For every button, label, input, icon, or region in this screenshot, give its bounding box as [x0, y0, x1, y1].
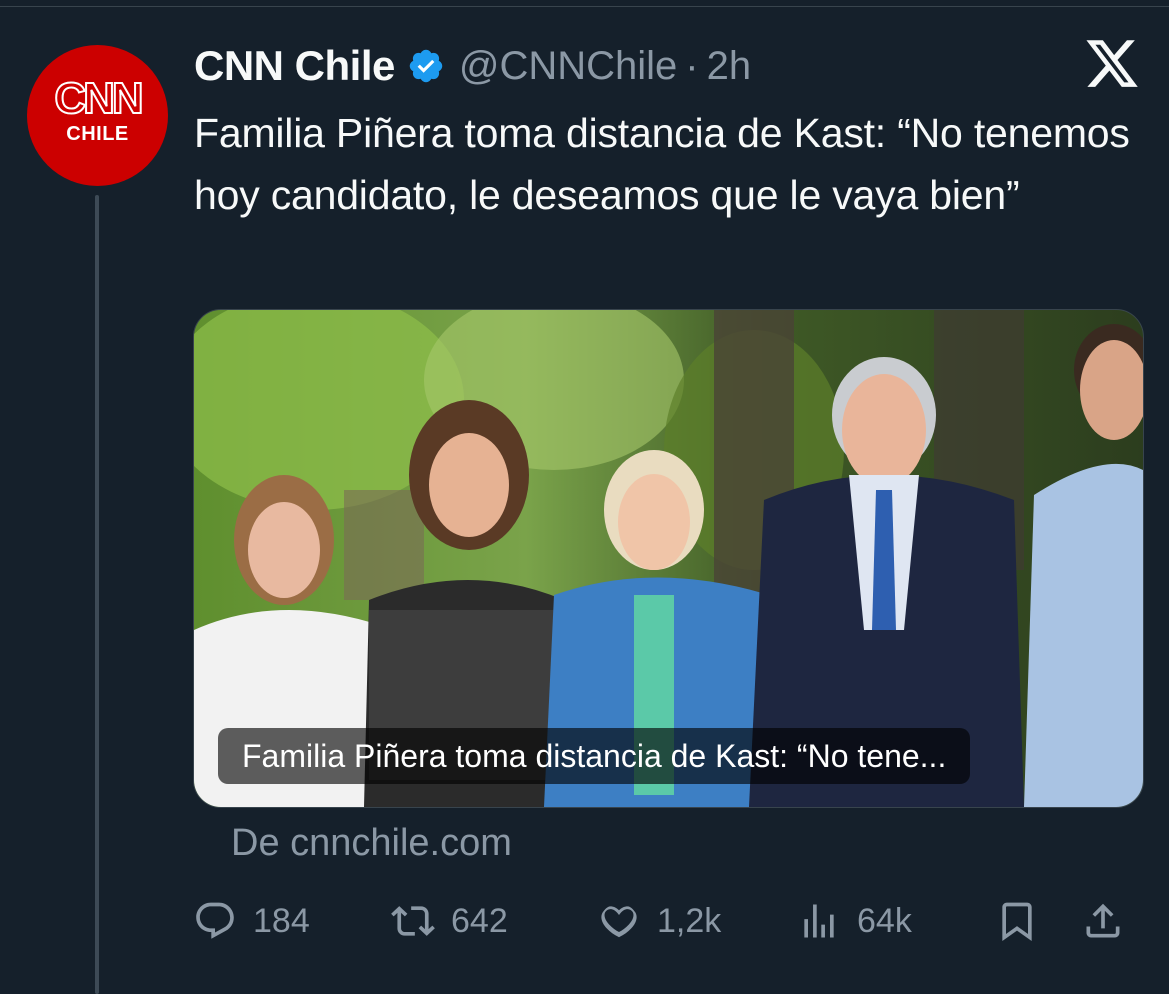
header-separator: · — [685, 43, 699, 88]
reply-button[interactable]: 184 — [193, 893, 310, 949]
views-button[interactable]: 64k — [797, 893, 912, 949]
avatar-sub-text: CHILE — [66, 123, 129, 145]
retweet-button[interactable]: 642 — [391, 893, 508, 949]
retweet-icon — [391, 906, 435, 936]
like-button[interactable]: 1,2k — [597, 893, 721, 949]
avatar[interactable]: CNN CHILE — [27, 45, 168, 186]
share-button[interactable] — [1081, 893, 1125, 949]
media-card[interactable]: Familia Piñera toma distancia de Kast: “… — [193, 309, 1144, 808]
views-count: 64k — [857, 901, 912, 940]
tweet-text: Familia Piñera toma distancia de Kast: “… — [194, 110, 1130, 218]
retweet-count: 642 — [451, 901, 508, 940]
top-divider — [0, 6, 1169, 7]
media-caption: Familia Piñera toma distancia de Kast: “… — [218, 728, 971, 784]
heart-icon — [601, 906, 637, 938]
link-source[interactable]: De cnnchile.com — [231, 822, 512, 865]
reply-count: 184 — [253, 901, 310, 940]
reply-icon — [196, 902, 234, 939]
avatar-logo-text: CNN — [53, 74, 144, 123]
like-count: 1,2k — [657, 901, 722, 940]
tweet-timestamp[interactable]: 2h — [707, 44, 752, 89]
verified-badge-icon — [409, 49, 443, 83]
views-icon — [804, 904, 834, 938]
share-icon — [1086, 903, 1120, 938]
x-logo-icon[interactable] — [1086, 40, 1140, 90]
bookmark-button[interactable] — [995, 893, 1039, 949]
author-handle[interactable]: @CNNChile — [459, 44, 677, 89]
tweet-header: CNN Chile @CNNChile · 2h — [194, 40, 751, 92]
author-name[interactable]: CNN Chile — [194, 42, 395, 90]
tweet-page: CNN CHILE CNN Chile @CNNChile · 2h Famil… — [0, 0, 1169, 994]
tweet-actions: 184 642 1,2k 64k — [193, 893, 1143, 949]
bookmark-icon — [1002, 902, 1032, 942]
thread-connector-line — [95, 195, 99, 994]
